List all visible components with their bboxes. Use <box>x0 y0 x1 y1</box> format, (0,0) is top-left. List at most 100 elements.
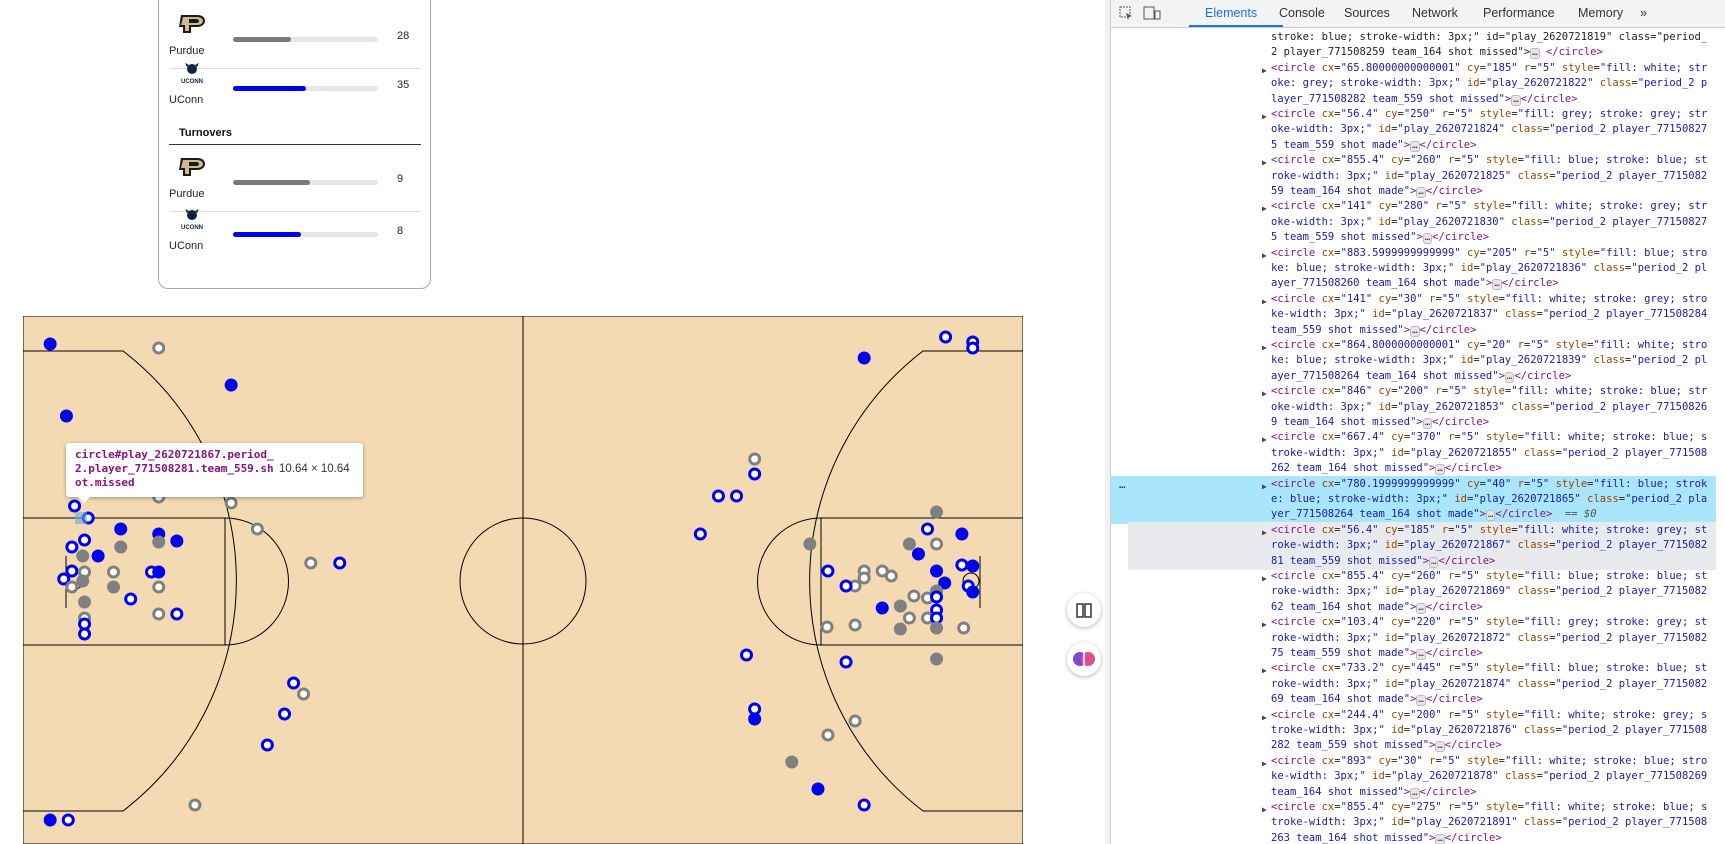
shot-marker-team-164-missed[interactable] <box>939 330 953 344</box>
shot-marker-team-559-missed[interactable] <box>848 714 862 728</box>
tab-performance[interactable]: Performance <box>1483 0 1555 27</box>
assistant-button[interactable] <box>1067 642 1101 676</box>
tab-network[interactable]: Network <box>1412 0 1458 27</box>
shot-marker-team-559-missed[interactable] <box>884 569 898 583</box>
dom-node-line[interactable]: <circle cx="893" cy="30" r="5" style="fi… <box>1271 754 1711 800</box>
expand-arrow-icon[interactable]: ▶ <box>1262 432 1267 447</box>
expand-arrow-icon[interactable]: ▶ <box>1262 248 1267 263</box>
shot-marker-team-559-missed[interactable] <box>820 620 834 634</box>
tab-elements[interactable]: Elements <box>1205 0 1257 27</box>
expand-arrow-icon[interactable]: ▶ <box>1262 340 1267 355</box>
shot-marker-team-559-missed[interactable] <box>152 580 166 594</box>
shot-marker-team-164-missed[interactable] <box>170 607 184 621</box>
dom-node-line[interactable]: <circle cx="855.4" cy="260" r="5" style=… <box>1271 153 1711 199</box>
shot-marker-team-164-made[interactable] <box>811 782 825 796</box>
dom-node-line[interactable]: <circle cx="864.8000000000001" cy="20" r… <box>1271 338 1711 384</box>
dom-node-line[interactable]: <circle cx="141" cy="30" r="5" style="fi… <box>1271 292 1711 338</box>
shot-marker-team-559-missed[interactable] <box>152 607 166 621</box>
expand-arrow-icon[interactable]: ▶ <box>1262 201 1267 216</box>
shot-marker-team-164-missed[interactable] <box>78 627 92 641</box>
shot-marker-team-164-missed[interactable] <box>821 564 835 578</box>
shot-marker-team-164-made[interactable] <box>955 527 969 541</box>
dom-node-line[interactable]: <circle cx="141" cy="280" r="5" style="f… <box>1271 199 1711 245</box>
dom-node-line[interactable]: <circle cx="846" cy="200" r="5" style="f… <box>1271 384 1711 430</box>
shot-marker-team-164-missed[interactable] <box>921 522 934 536</box>
shot-marker-team-559-missed[interactable] <box>188 798 202 812</box>
shot-marker-team-164-missed[interactable] <box>857 798 871 812</box>
expand-arrow-icon[interactable]: ▶ <box>1262 525 1267 540</box>
expand-arrow-icon[interactable]: ▶ <box>1262 63 1267 78</box>
dom-node-line[interactable]: <circle cx="733.2" cy="445" r="5" style=… <box>1271 661 1711 707</box>
shot-marker-team-164-missed[interactable] <box>278 707 292 721</box>
shot-marker-team-164-made[interactable] <box>875 601 889 615</box>
expand-arrow-icon[interactable]: ▶ <box>1262 386 1267 401</box>
shot-marker-team-164-missed[interactable] <box>839 579 853 593</box>
shot-marker-team-164-made[interactable] <box>43 337 57 351</box>
device-toolbar-icon[interactable] <box>1143 5 1161 21</box>
shot-marker-team-559-made[interactable] <box>893 622 907 636</box>
tab-console[interactable]: Console <box>1279 0 1325 27</box>
shot-marker-team-164-missed[interactable] <box>260 738 274 752</box>
shot-marker-team-559-missed[interactable] <box>902 611 916 625</box>
dom-node-line[interactable]: <circle cx="56.4" cy="185" r="5" style="… <box>1271 523 1711 569</box>
dom-node-line[interactable]: <circle cx="244.4" cy="200" r="5" style=… <box>1271 708 1711 754</box>
expand-arrow-icon[interactable]: ▶ <box>1262 294 1267 309</box>
node-actions-icon[interactable]: … <box>1119 477 1126 492</box>
shot-marker-team-164-missed[interactable] <box>333 556 347 570</box>
shot-marker-team-164-made[interactable] <box>911 547 925 561</box>
shot-marker-team-164-missed[interactable] <box>966 341 980 355</box>
expand-arrow-icon[interactable]: ▶ <box>1262 663 1267 678</box>
dom-node-line[interactable]: <circle cx="855.4" cy="260" r="5" style=… <box>1271 569 1711 615</box>
dom-node-line[interactable]: <circle cx="855.4" cy="275" r="5" style=… <box>1271 800 1711 844</box>
shot-marker-team-559-missed[interactable] <box>930 537 944 551</box>
shot-marker-team-164-made[interactable] <box>152 565 166 579</box>
shot-marker-team-164-missed[interactable] <box>730 489 744 503</box>
shot-marker-team-559-made[interactable] <box>893 599 907 613</box>
shot-marker-team-164-missed[interactable] <box>287 676 301 690</box>
shot-marker-team-164-made[interactable] <box>748 712 762 726</box>
tab-memory[interactable]: Memory <box>1578 0 1623 27</box>
shot-marker-team-559-made[interactable] <box>930 505 944 519</box>
expand-arrow-icon[interactable]: ▶ <box>1262 155 1267 170</box>
more-tabs-button[interactable]: » <box>1640 0 1647 27</box>
expand-arrow-icon[interactable]: ▶ <box>1262 710 1267 725</box>
shot-marker-team-559-missed[interactable] <box>297 687 311 701</box>
expand-arrow-icon[interactable]: ▶ <box>1262 571 1267 586</box>
shot-marker-team-559-missed[interactable] <box>848 618 862 632</box>
shot-marker-team-559-missed[interactable] <box>907 589 921 603</box>
shot-marker-team-164-made[interactable] <box>224 378 238 392</box>
expand-arrow-icon[interactable]: ▶ <box>1262 479 1267 494</box>
shot-marker-team-164-made[interactable] <box>59 409 73 423</box>
shot-marker-team-164-made[interactable] <box>114 522 128 536</box>
reader-mode-button[interactable] <box>1067 593 1101 627</box>
expand-arrow-icon[interactable]: ▶ <box>1262 756 1267 771</box>
shot-marker-team-559-missed[interactable] <box>304 556 318 570</box>
shot-marker-team-164-missed[interactable] <box>930 590 944 604</box>
shot-marker-team-164-made[interactable] <box>170 534 184 548</box>
shot-marker-team-559-made[interactable] <box>107 580 120 594</box>
shot-marker-team-559-made[interactable] <box>902 537 916 551</box>
shot-marker-team-559-missed[interactable] <box>224 496 238 510</box>
expand-arrow-icon[interactable]: ▶ <box>1262 617 1267 632</box>
shot-marker-team-559-made[interactable] <box>785 755 799 769</box>
shot-marker-team-164-missed[interactable] <box>740 648 753 662</box>
dom-node-line[interactable]: <circle cx="780.1999999999999" cy="40" r… <box>1271 477 1711 523</box>
shot-marker-team-559-made[interactable] <box>930 652 944 666</box>
dom-node-line[interactable]: <circle cx="56.4" cy="250" r="5" style="… <box>1271 107 1711 153</box>
dom-node-line[interactable]: <circle cx="103.4" cy="220" r="5" style=… <box>1271 615 1711 661</box>
tab-sources[interactable]: Sources <box>1344 0 1390 27</box>
shot-marker-team-164-missed[interactable] <box>748 467 762 481</box>
shot-marker-team-559-made[interactable] <box>78 595 92 609</box>
shot-marker-team-559-made[interactable] <box>76 574 90 588</box>
shot-marker-team-164-missed[interactable] <box>955 558 969 572</box>
shot-marker-team-559-made[interactable] <box>930 621 944 635</box>
shot-marker-team-164-missed[interactable] <box>693 527 707 541</box>
expand-arrow-icon[interactable]: ▶ <box>1262 109 1267 124</box>
shot-marker-team-164-made[interactable] <box>966 585 980 599</box>
shot-marker-team-559-missed[interactable] <box>857 571 871 585</box>
inspect-element-icon[interactable] <box>1118 5 1134 21</box>
shot-marker-team-559-missed[interactable] <box>152 341 166 355</box>
shot-marker-team-559-made[interactable] <box>803 537 817 551</box>
shot-marker-team-164-made[interactable] <box>43 813 57 827</box>
dom-node-line[interactable]: <circle cx="667.4" cy="370" r="5" style=… <box>1271 430 1711 476</box>
